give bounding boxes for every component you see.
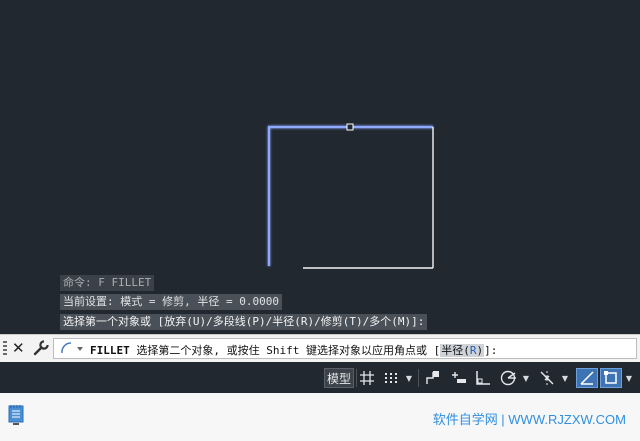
command-history-line: 当前设置: 模式 = 修剪, 半径 = 0.0000 xyxy=(60,294,282,310)
option-radius[interactable]: 半径(R) xyxy=(440,344,485,357)
notepad-icon[interactable] xyxy=(8,404,24,426)
command-history-line: 选择第一个对象或 [放弃(U)/多段线(P)/半径(R)/修剪(T)/多个(M)… xyxy=(60,314,428,330)
command-input[interactable]: FILLET 选择第二个对象, 或按住 Shift 键选择对象以应用角点或 [半… xyxy=(53,338,637,359)
wrench-icon[interactable] xyxy=(33,340,49,360)
prompt-tail: ]: xyxy=(484,344,498,357)
recent-commands-dropdown[interactable] xyxy=(58,341,86,357)
polar-tracking-icon[interactable] xyxy=(497,368,519,388)
chevron-down-icon[interactable]: ▼ xyxy=(521,368,531,388)
status-bar: 模型 ▼ ▼ ▼ ▼ xyxy=(0,362,640,393)
chevron-down-icon[interactable]: ▼ xyxy=(404,368,414,388)
prompt-text: 选择第二个对象, 或按住 Shift 键选择对象以应用角点或 [ xyxy=(129,344,441,357)
ortho-icon[interactable] xyxy=(472,368,494,388)
drag-handle[interactable] xyxy=(3,341,7,357)
object-snap-tracking-icon[interactable] xyxy=(536,368,558,388)
command-name: FILLET xyxy=(90,344,130,357)
snap-icon[interactable] xyxy=(380,368,402,388)
chevron-down-icon[interactable]: ▼ xyxy=(624,368,634,388)
selection-cycling-icon[interactable] xyxy=(600,368,622,388)
divider xyxy=(418,369,419,387)
divider xyxy=(356,369,357,387)
lineweight-icon[interactable] xyxy=(576,368,598,388)
close-icon[interactable]: ✕ xyxy=(12,339,25,357)
chevron-down-icon[interactable]: ▼ xyxy=(560,368,570,388)
command-prompt: FILLET 选择第二个对象, 或按住 Shift 键选择对象以应用角点或 [半… xyxy=(90,342,497,358)
midpoint-grip[interactable] xyxy=(346,123,354,131)
grid-icon[interactable] xyxy=(358,368,376,388)
command-line-bar: ✕ FILLET 选择第二个对象, 或按住 Shift 键选择对象以应用角点或 … xyxy=(0,334,640,363)
infer-constraints-icon[interactable] xyxy=(422,368,444,388)
watermark: 软件自学网 | WWW.RJZXW.COM xyxy=(432,412,626,427)
selected-polyline[interactable] xyxy=(267,125,433,266)
model-tab[interactable]: 模型 xyxy=(324,368,354,388)
command-history-line: 命令: F FILLET xyxy=(60,275,155,291)
dynamic-input-icon[interactable] xyxy=(448,368,470,388)
footer: 软件自学网 | WWW.RJZXW.COM xyxy=(0,393,640,441)
